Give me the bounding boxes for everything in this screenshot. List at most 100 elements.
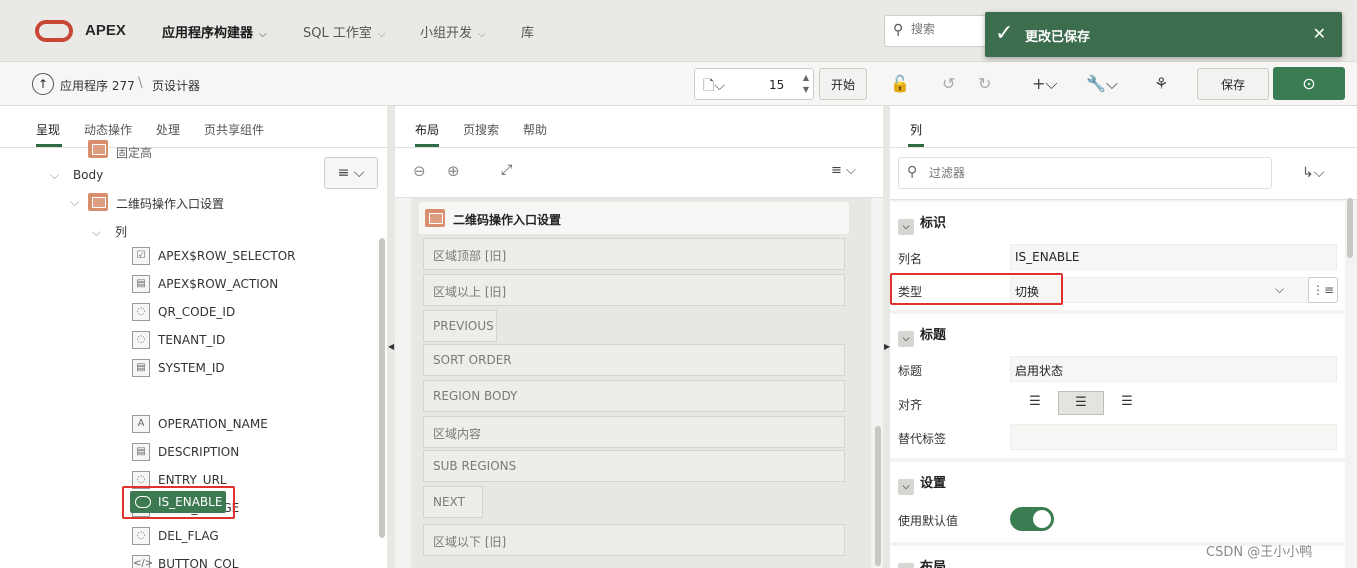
group-header-identification[interactable]: ⌵ 标识 (898, 212, 946, 235)
alt-label-field[interactable] (1010, 424, 1337, 450)
chevron-down-icon[interactable]: ⌵ (898, 331, 914, 347)
undo-icon[interactable]: ↺ (942, 74, 955, 93)
column-name-field[interactable]: IS_ENABLE (1010, 244, 1337, 270)
chevron-down-icon[interactable]: ⌵ (70, 195, 79, 209)
save-button[interactable]: 保存 (1197, 68, 1269, 100)
go-to-group-icon[interactable]: ↳⌵ (1302, 165, 1324, 181)
tab-page-search[interactable]: 页搜索 (463, 121, 499, 138)
play-icon: ⊙ (1302, 74, 1316, 93)
chevron-down-icon[interactable]: ⌵ (1275, 282, 1284, 297)
template-slot[interactable]: SORT ORDER (423, 344, 845, 376)
close-icon[interactable]: ✕ (1313, 24, 1326, 43)
breadcrumb-app[interactable]: 应用程序 277 (60, 77, 135, 94)
alignment-label: 对齐 (898, 398, 923, 412)
tab-processing[interactable]: 处理 (156, 121, 180, 138)
zoom-out-icon[interactable]: ⊖ (413, 162, 426, 180)
left-tabs: 呈现 动态操作 处理 页共享组件 (0, 106, 387, 148)
create-icon[interactable]: +⌵ (1032, 74, 1058, 94)
align-center-icon[interactable]: ☰ (1058, 391, 1104, 415)
column-name: QR_CODE_ID (158, 305, 236, 319)
column-type-icon: ▤ (132, 443, 150, 461)
nav-gallery[interactable]: 库 (521, 22, 534, 41)
success-toast: ✓ 更改已保存 ✕ (985, 12, 1342, 57)
brand-name[interactable]: APEX (85, 22, 126, 39)
align-left-icon[interactable]: ☰ (1012, 391, 1058, 415)
chevron-down-icon[interactable]: ⌵ (92, 225, 101, 239)
template-slot[interactable]: PREVIOUS (423, 310, 497, 342)
global-search[interactable]: ⚲ (884, 15, 994, 47)
page-number[interactable]: 15 (769, 78, 784, 92)
right-splitter[interactable]: ▶ (883, 106, 890, 568)
column-name: APEX$ROW_ACTION (158, 277, 279, 291)
filter-input[interactable] (929, 166, 1229, 180)
tree-item-region[interactable]: ⌵ 二维码操作入口设置 (70, 193, 224, 211)
region-icon (88, 193, 108, 211)
left-splitter[interactable]: ◀ (387, 106, 395, 568)
tree-item-body[interactable]: ⌵ Body (50, 168, 103, 183)
page-icon[interactable]: 🗋⌵ (703, 75, 725, 99)
spinner-icon[interactable]: ▲ ▼ (803, 72, 809, 96)
redo-icon[interactable]: ↻ (978, 74, 991, 93)
template-slot[interactable]: REGION BODY (423, 380, 845, 412)
tab-column[interactable]: 列 (910, 121, 922, 138)
heading-field[interactable]: 启用状态 (1010, 356, 1337, 382)
page-selector[interactable]: 🗋⌵ 15 ▲ ▼ (694, 68, 814, 100)
up-arrow-icon[interactable]: ↑ (32, 73, 54, 95)
column-type-icon: ◌ (132, 303, 150, 321)
tab-dynamic-actions[interactable]: 动态操作 (84, 121, 132, 138)
template-slot[interactable]: 区域以下 [旧] (423, 524, 845, 556)
oracle-logo-icon[interactable] (35, 20, 73, 42)
column-name: DESCRIPTION (158, 445, 240, 459)
group-heading: ⌵ 标题 标题 启用状态 对齐 ☰ ☰ ☰ 替代标签 (890, 314, 1345, 458)
region-header[interactable]: 二维码操作入口设置 (419, 202, 849, 234)
template-slot[interactable]: NEXT (423, 486, 483, 518)
template-slot[interactable]: 区域以上 [旧] (423, 274, 845, 306)
shared-components-icon[interactable]: ⚘ (1154, 74, 1168, 93)
search-input[interactable] (911, 22, 991, 36)
column-name: ENTRY_URL (158, 473, 227, 487)
utilities-icon[interactable]: 🔧⌵ (1086, 74, 1118, 94)
active-tab-indicator (36, 144, 62, 147)
nav-team-dev[interactable]: 小组开发 ⌵ (420, 22, 486, 41)
chevron-down-icon[interactable]: ⌵ (898, 563, 914, 568)
use-default-toggle[interactable] (1010, 507, 1054, 531)
template-slot[interactable]: 区域内容 (423, 416, 845, 448)
collapse-left-icon[interactable]: ◀ (388, 342, 394, 351)
group-header-settings[interactable]: ⌵ 设置 (898, 472, 946, 495)
search-icon: ⚲ (893, 22, 904, 38)
filter-field[interactable]: ⚲ (898, 157, 1272, 189)
zoom-in-icon[interactable]: ⊕ (447, 162, 460, 180)
tree-item-columns[interactable]: ⌵ 列 (92, 223, 127, 240)
layout-scrollbar[interactable] (875, 426, 881, 566)
breadcrumb-page: 页设计器 (152, 79, 201, 93)
property-scrollbar[interactable] (1347, 198, 1353, 258)
expand-icon[interactable]: ⤢ (501, 162, 512, 178)
column-type-icon: A (132, 415, 150, 433)
chevron-down-icon[interactable]: ⌵ (898, 219, 914, 235)
tab-page-shared-components[interactable]: 页共享组件 (204, 121, 264, 138)
lock-icon[interactable]: 🔓 (890, 74, 910, 93)
run-button[interactable]: ⊙ (1273, 67, 1345, 100)
tree-menu-button[interactable]: ≡ ⌵ (324, 157, 378, 189)
tab-layout[interactable]: 布局 (415, 121, 439, 138)
active-tab-indicator (908, 144, 924, 147)
align-right-icon[interactable]: ☰ (1104, 391, 1150, 415)
go-button[interactable]: 开始 (819, 68, 867, 100)
nav-app-builder[interactable]: 应用程序构建器 ⌵ (162, 22, 267, 41)
template-slot[interactable]: 区域顶部 [旧] (423, 238, 845, 270)
heading-label: 标题 (898, 364, 923, 378)
group-header-heading[interactable]: ⌵ 标题 (898, 324, 946, 347)
tab-help[interactable]: 帮助 (523, 121, 547, 138)
layout-menu-icon[interactable]: ≡ ⌵ (831, 163, 856, 178)
page-designer-toolbar: ↑ 应用程序 277 \ 页设计器 🗋⌵ 15 ▲ ▼ 开始 🔓 ↺ ↻ +⌵ 🔧… (0, 62, 1357, 106)
tree-scrollbar[interactable] (379, 238, 385, 538)
layout-toolbar: ⊖ ⊕ ⤢ ≡ ⌵ (395, 148, 883, 198)
group-header-layout[interactable]: ⌵布局 (898, 556, 946, 568)
tab-rendering[interactable]: 呈现 (36, 121, 60, 138)
template-slot[interactable]: SUB REGIONS (423, 450, 845, 482)
breadcrumb-separator: \ (138, 75, 143, 91)
list-of-values-icon[interactable]: ⋮≡ (1308, 277, 1338, 303)
nav-sql-workshop[interactable]: SQL 工作室 ⌵ (303, 22, 385, 41)
chevron-down-icon[interactable]: ⌵ (50, 168, 59, 182)
chevron-down-icon[interactable]: ⌵ (898, 479, 914, 495)
